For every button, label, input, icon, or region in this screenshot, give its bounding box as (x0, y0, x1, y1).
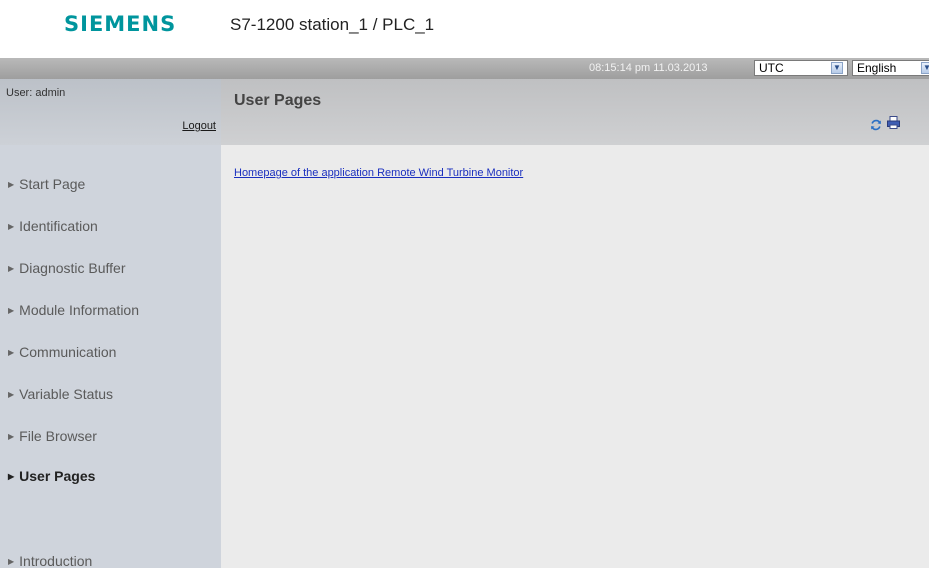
chevron-down-icon[interactable]: ▼ (831, 62, 843, 74)
print-icon[interactable] (887, 116, 900, 129)
header: SIEMENS S7-1200 station_1 / PLC_1 (0, 0, 929, 58)
language-select[interactable]: English ▼ (852, 60, 929, 76)
language-value: English (857, 61, 897, 75)
user-box: User: admin Logout (0, 79, 221, 145)
timezone-select[interactable]: UTC ▼ (754, 60, 848, 76)
sidebar-item-communication[interactable]: ▶ Communication (8, 344, 116, 360)
content-header: User Pages (221, 79, 929, 145)
page-title: User Pages (234, 92, 322, 109)
sidebar: User: admin Logout ▶ Start Page ▶ Identifi… (0, 79, 221, 569)
user-label: User: admin (6, 87, 66, 99)
triangle-right-icon: ▶ (8, 348, 15, 357)
sidebar-item-label: User Pages (19, 468, 96, 484)
sidebar-item-module-information[interactable]: ▶ Module Information (8, 302, 139, 318)
triangle-right-icon: ▶ (8, 472, 15, 481)
triangle-right-icon: ▶ (8, 180, 15, 189)
sidebar-item-diagnostic-buffer[interactable]: ▶ Diagnostic Buffer (8, 260, 126, 276)
sidebar-item-start-page[interactable]: ▶ Start Page (8, 176, 85, 192)
triangle-right-icon: ▶ (8, 432, 15, 441)
sidebar-item-file-browser[interactable]: ▶ File Browser (8, 428, 97, 444)
content-area: Homepage of the application Remote Wind … (221, 145, 929, 568)
sidebar-item-introduction[interactable]: ▶ Introduction (8, 553, 92, 569)
sidebar-item-label: Variable Status (19, 386, 114, 402)
triangle-right-icon: ▶ (8, 306, 15, 315)
refresh-icon[interactable] (870, 119, 882, 131)
station-title: S7-1200 station_1 / PLC_1 (230, 15, 435, 34)
sidebar-item-user-pages[interactable]: ▶ User Pages (8, 468, 95, 484)
sidebar-item-label: File Browser (19, 428, 97, 444)
triangle-right-icon: ▶ (8, 557, 15, 566)
sidebar-item-label: Identification (19, 218, 98, 234)
siemens-logo: SIEMENS (64, 12, 177, 36)
triangle-right-icon: ▶ (8, 222, 15, 231)
top-bar: 08:15:14 pm 11.03.2013 UTC ▼ English ▼ (0, 58, 929, 79)
sidebar-item-label: Communication (19, 344, 117, 360)
sidebar-item-label: Introduction (19, 553, 93, 569)
sidebar-item-label: Diagnostic Buffer (19, 260, 126, 276)
sidebar-item-label: Module Information (19, 302, 139, 318)
triangle-right-icon: ▶ (8, 390, 15, 399)
datetime-display: 08:15:14 pm 11.03.2013 (589, 62, 708, 74)
sidebar-item-variable-status[interactable]: ▶ Variable Status (8, 386, 113, 402)
sidebar-item-label: Start Page (19, 176, 86, 192)
timezone-value: UTC (759, 61, 784, 75)
chevron-down-icon[interactable]: ▼ (921, 62, 929, 74)
logout-link[interactable]: Logout (182, 120, 216, 132)
sidebar-item-identification[interactable]: ▶ Identification (8, 218, 98, 234)
triangle-right-icon: ▶ (8, 264, 15, 273)
application-homepage-link[interactable]: Homepage of the application Remote Wind … (234, 167, 523, 179)
